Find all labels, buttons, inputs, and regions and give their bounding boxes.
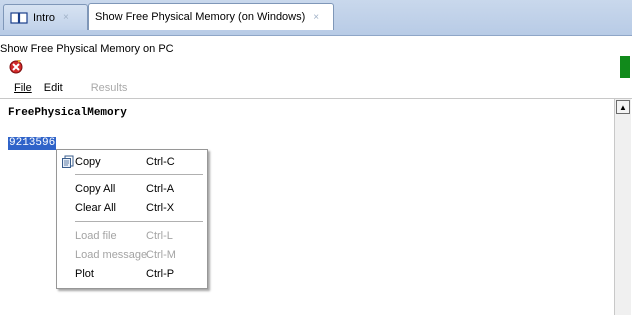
context-menu-load-file[interactable]: Load file Ctrl-L [57,227,207,246]
tab-main-label: Show Free Physical Memory (on Windows) [95,11,306,23]
vertical-scrollbar[interactable]: ▲ [614,99,631,315]
tab-intro-close-icon[interactable]: × [63,12,69,23]
context-menu-load-file-shortcut: Ctrl-L [146,230,173,242]
context-menu-copy-shortcut: Ctrl-C [146,156,175,168]
menu-edit[interactable]: Edit [38,82,69,94]
output-header: FreePhysicalMemory [8,107,127,119]
context-menu-copy-all-shortcut: Ctrl-A [146,183,175,195]
context-menu-clear-all-label: Clear All [75,202,116,214]
menu-bar: File Edit Results [0,78,632,99]
tab-intro[interactable]: Intro × [3,4,88,30]
context-menu-load-file-label: Load file [75,230,117,242]
context-menu-load-message[interactable]: Load message Ctrl-M [57,246,207,265]
context-menu-load-message-shortcut: Ctrl-M [146,249,176,261]
stop-icon[interactable] [8,58,24,74]
context-menu-load-message-label: Load message [75,249,148,261]
context-menu-plot-label: Plot [75,268,94,280]
status-indicator [620,56,630,78]
context-menu-separator [75,174,203,175]
menu-file[interactable]: File [0,82,38,94]
tab-strip: Intro × Show Free Physical Memory (on Wi… [0,0,632,36]
tab-show-free-physical-memory[interactable]: Show Free Physical Memory (on Windows) × [88,3,334,30]
context-menu-separator [75,221,203,222]
tab-intro-label: Intro [33,11,56,24]
context-menu-plot-shortcut: Ctrl-P [146,268,175,280]
scroll-up-arrow-icon[interactable]: ▲ [616,100,630,114]
context-menu-clear-all[interactable]: Clear All Ctrl-X [57,199,207,218]
context-menu-copy-all[interactable]: Copy All Ctrl-A [57,180,207,199]
context-menu-copy-all-label: Copy All [75,183,116,195]
copy-icon [62,155,74,168]
context-menu-copy[interactable]: Copy Ctrl-C [57,153,207,172]
menu-results[interactable]: Results [69,82,134,94]
context-menu-copy-label: Copy [75,156,101,168]
toolbar [0,57,632,75]
tab-main-close-icon[interactable]: × [313,12,319,23]
context-menu-clear-all-shortcut: Ctrl-X [146,202,175,214]
page-subtitle: Show Free Physical Memory on PC [0,43,174,55]
book-icon [10,11,28,24]
context-menu-plot[interactable]: Plot Ctrl-P [57,265,207,284]
context-menu: Copy Ctrl-C Copy All Ctrl-A Clear All Ct… [56,149,208,289]
selected-value[interactable]: 9213596 [8,137,57,150]
